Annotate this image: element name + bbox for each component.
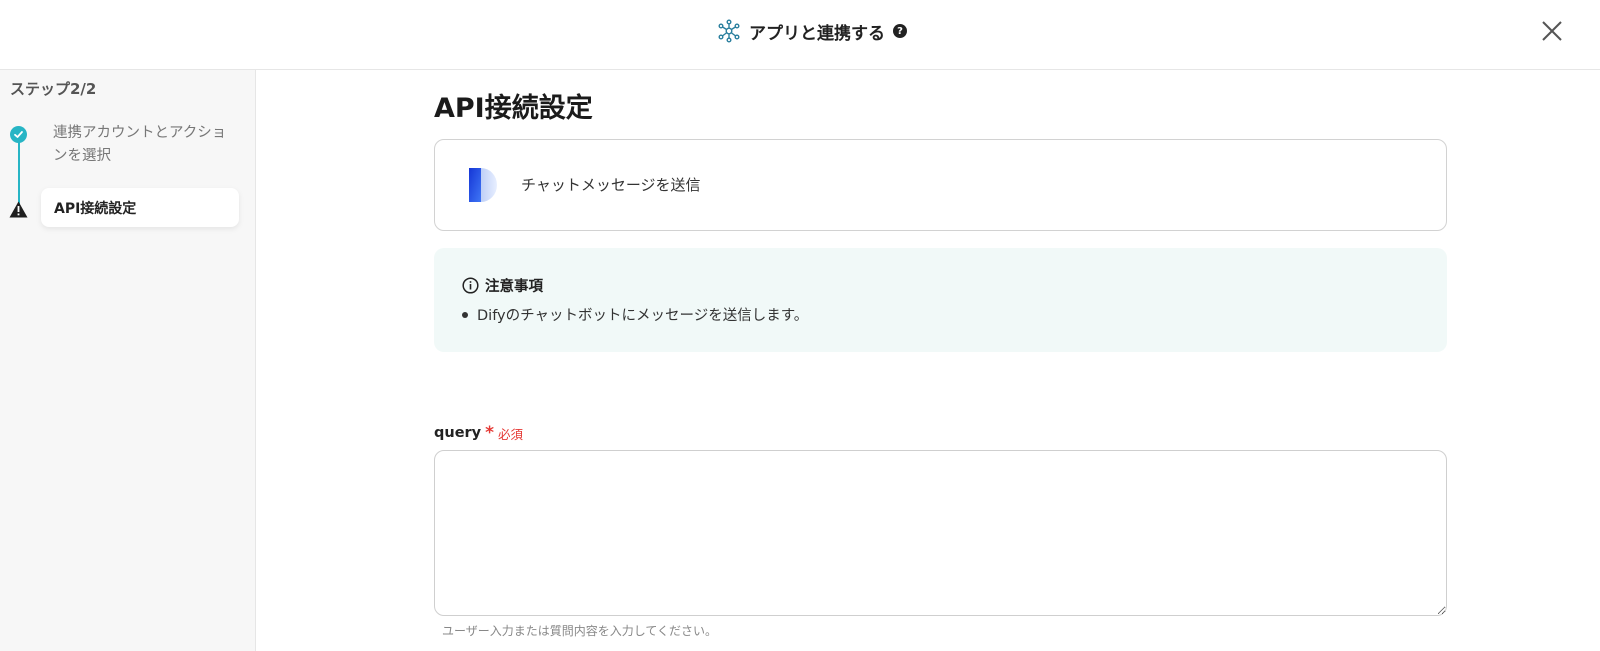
step-completed-check-icon <box>10 126 27 143</box>
bullet <box>462 311 468 318</box>
notice-heading: 注意事項 <box>485 279 543 295</box>
query-input[interactable] <box>434 450 1447 616</box>
notice-heading-group: 注意事項 <box>462 275 543 296</box>
step-2-current[interactable]: API接続設定 <box>41 188 239 227</box>
dify-logo-icon <box>469 168 497 202</box>
close-button[interactable] <box>1538 17 1566 45</box>
header-title: アプリと連携する <box>749 23 885 44</box>
query-field-label-group: query * 必須 <box>434 423 523 443</box>
step-1-label[interactable]: 連携アカウントとアクションを選択 <box>53 122 233 168</box>
step-2-label: API接続設定 <box>54 200 137 217</box>
required-star: * <box>485 423 495 443</box>
query-field-label: query <box>434 425 482 441</box>
step-sidebar: ステップ2/2 連携アカウントとアクションを選択 API接続設定 <box>0 70 256 651</box>
modal-header: アプリと連携する ? <box>0 0 1600 70</box>
close-icon <box>1542 21 1562 41</box>
query-field-help: ユーザー入力または質問内容を入力してください。 <box>442 624 718 638</box>
network-hub-icon <box>718 19 740 43</box>
help-icon[interactable]: ? <box>893 24 907 38</box>
page-title: API接続設定 <box>434 93 593 124</box>
notice-item: Difyのチャットボットにメッセージを送信します。 <box>462 304 808 325</box>
notice-box: 注意事項 Difyのチャットボットにメッセージを送信します。 <box>434 248 1447 352</box>
header-title-group: アプリと連携する ? <box>717 18 907 44</box>
selected-action-card: チャットメッセージを送信 <box>434 139 1447 231</box>
step-counter: ステップ2/2 <box>10 80 97 98</box>
action-label: チャットメッセージを送信 <box>521 176 701 194</box>
step-connector-line <box>18 134 20 204</box>
notice-item-text: Difyのチャットボットにメッセージを送信します。 <box>477 308 809 324</box>
warning-icon <box>9 201 28 218</box>
info-icon <box>462 277 479 294</box>
required-text: 必須 <box>498 426 524 442</box>
